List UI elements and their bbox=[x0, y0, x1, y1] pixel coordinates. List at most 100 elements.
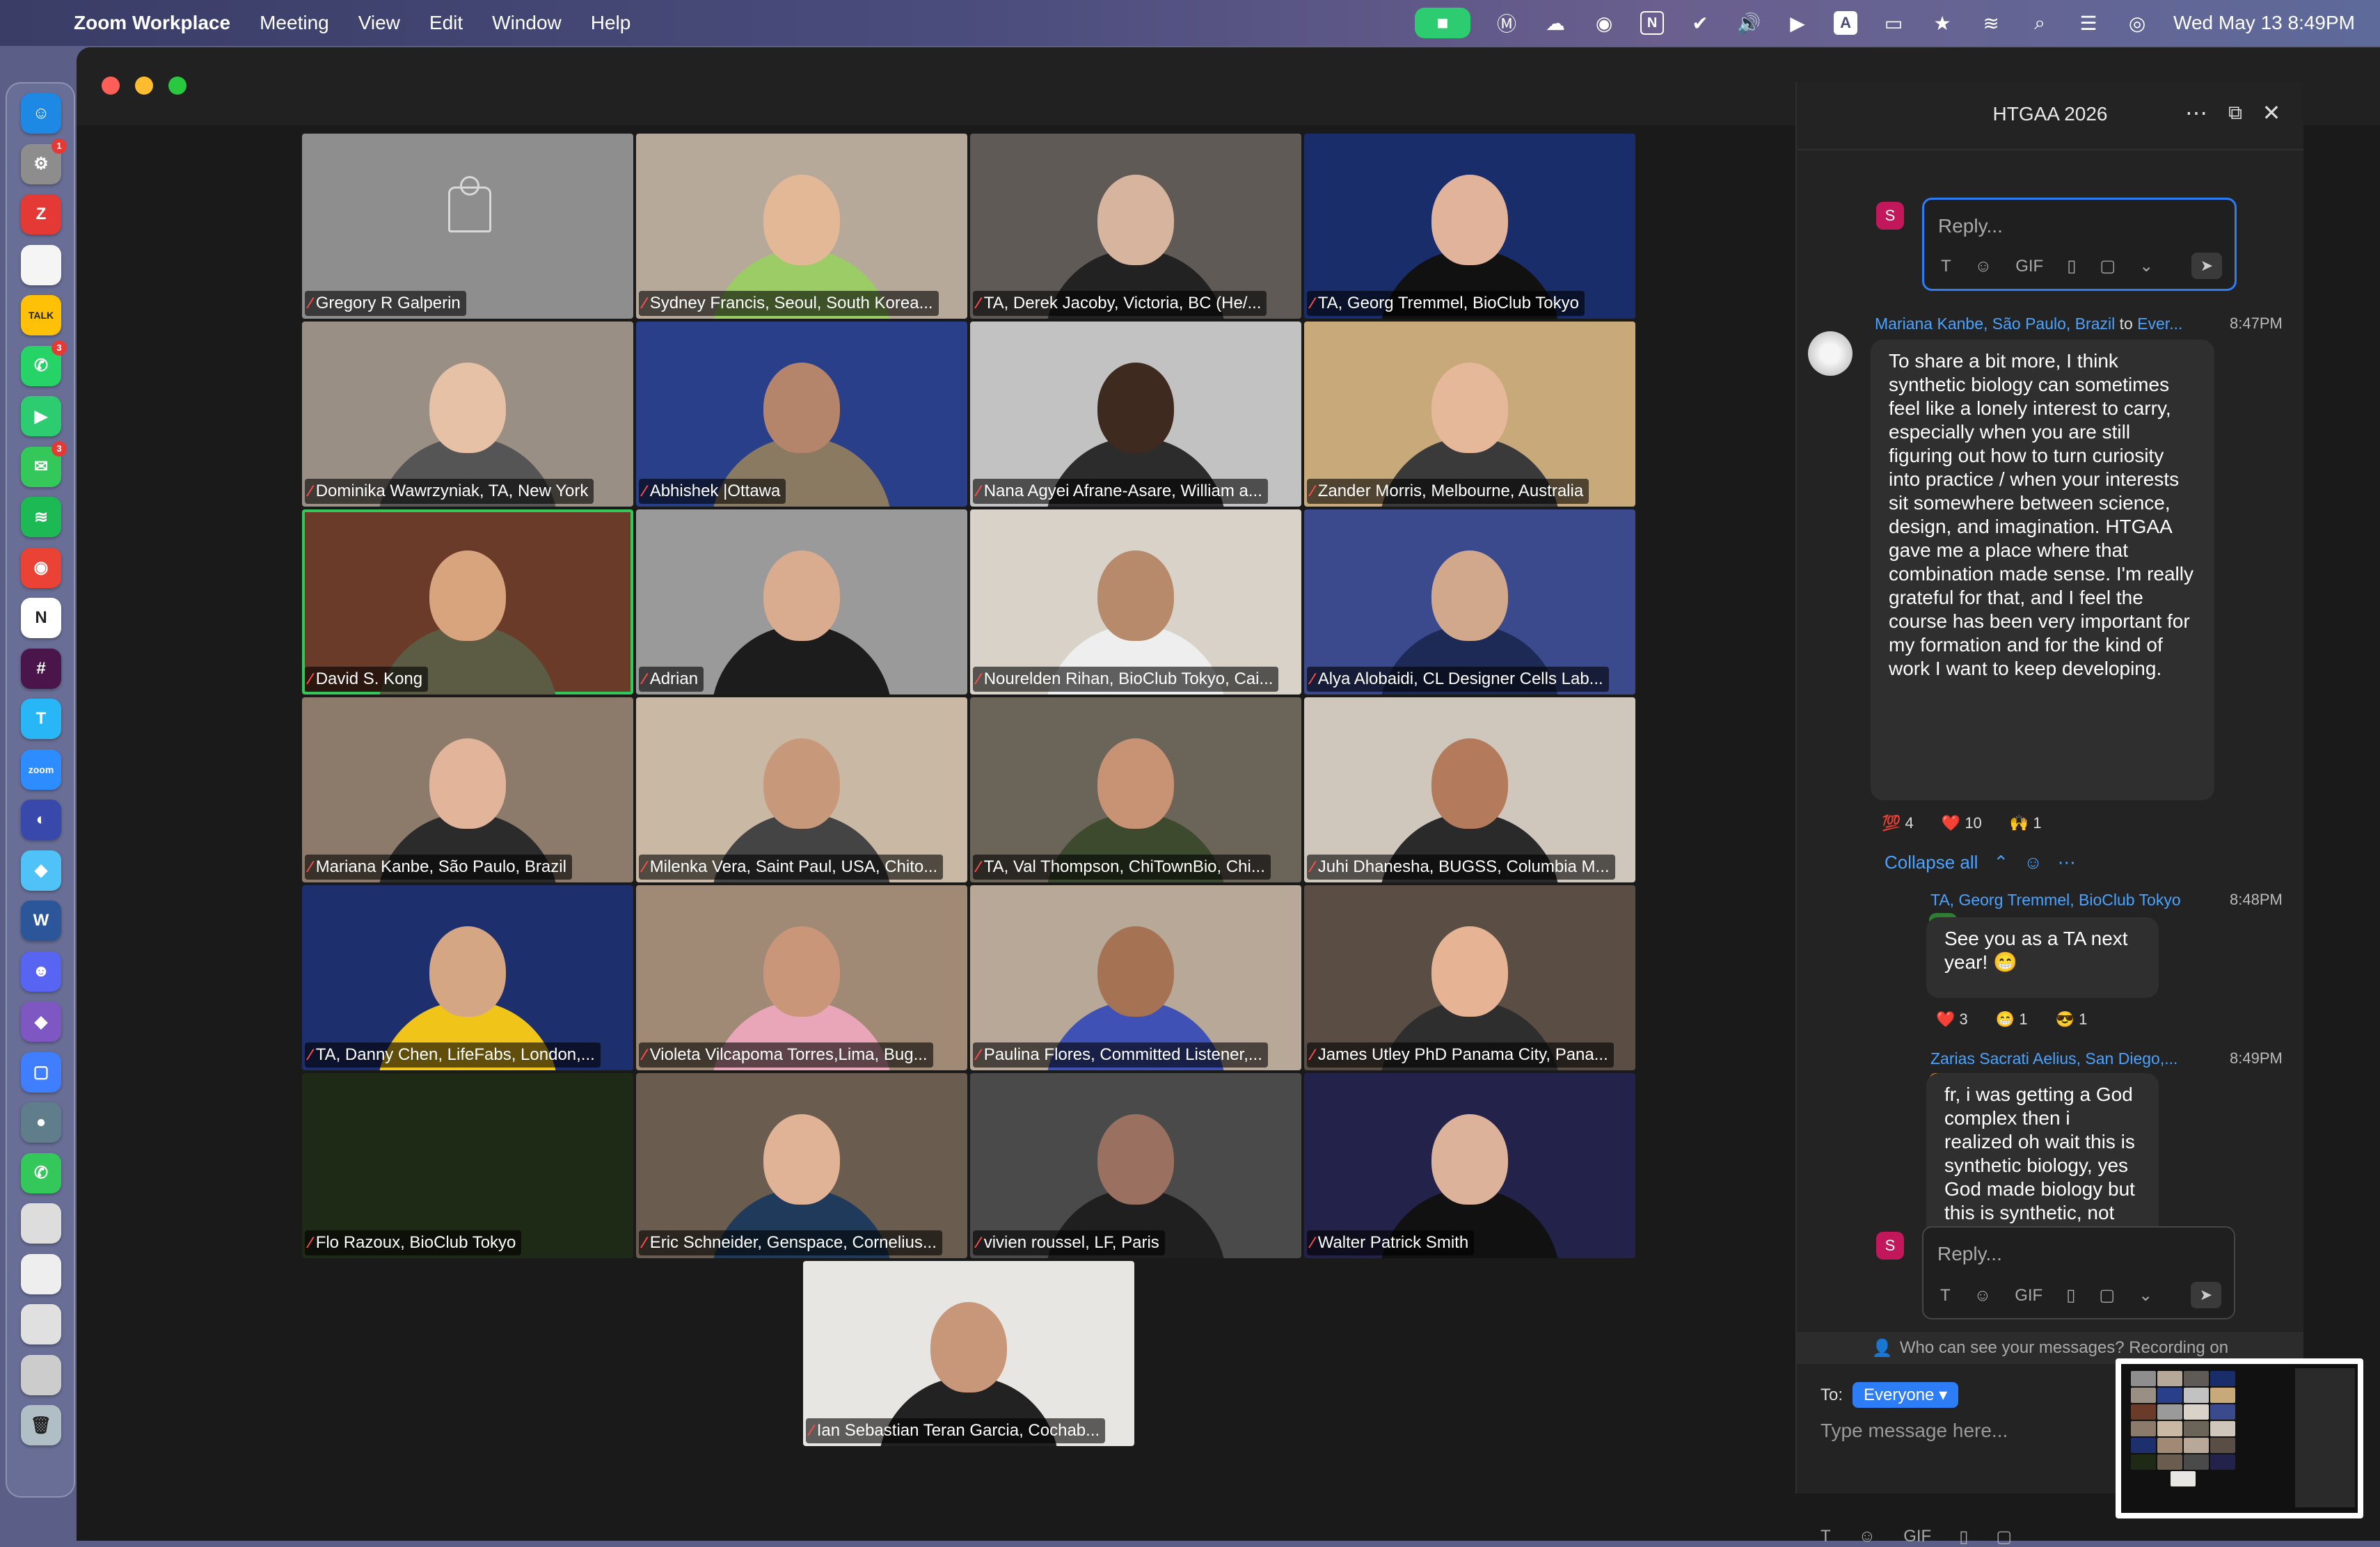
reaction-raised-hands[interactable]: 🙌 1 bbox=[2010, 814, 2042, 832]
eye-icon[interactable]: ◉ bbox=[1592, 10, 1617, 35]
add-reaction-icon[interactable]: ☺ bbox=[2024, 852, 2042, 873]
doc-1-icon[interactable] bbox=[21, 1203, 61, 1244]
discord-icon[interactable]: ☻ bbox=[21, 951, 61, 992]
messages-icon[interactable]: ✉ 3 bbox=[21, 441, 67, 487]
reaction-heart[interactable]: ❤️ 3 bbox=[1936, 1010, 1968, 1029]
play-icon[interactable]: ▶ bbox=[1785, 10, 1810, 35]
n-icon[interactable]: N bbox=[1640, 11, 1665, 35]
system-settings-icon[interactable]: ⚙ 1 bbox=[21, 138, 67, 184]
participant-tile[interactable]: ⁄ Eric Schneider, Genspace, Cornelius... bbox=[636, 1073, 967, 1258]
reply-box-top[interactable]: Reply... T ☺ GIF ▯ ▢ ⌄ ➤ bbox=[1922, 198, 2237, 291]
gif-icon[interactable]: GIF bbox=[1903, 1527, 1931, 1547]
chevron-up-icon[interactable]: ⌃ bbox=[1993, 852, 2008, 873]
text-format-icon[interactable]: T bbox=[1820, 1527, 1831, 1547]
message-sender[interactable]: Mariana Kanbe, São Paulo, Brazil bbox=[1875, 315, 2115, 333]
participant-tile[interactable]: ⁄ vivien roussel, LF, Paris bbox=[970, 1073, 1301, 1258]
participant-tile[interactable]: ⁄ Walter Patrick Smith bbox=[1304, 1073, 1635, 1258]
battery-icon[interactable]: ▭ bbox=[1881, 10, 1906, 35]
reaction-cool[interactable]: 😎 1 bbox=[2056, 1010, 2088, 1029]
screenshot-icon[interactable]: ▢ bbox=[2099, 1285, 2115, 1306]
participant-tile[interactable]: ⁄ Alya Alobaidi, CL Designer Cells Lab... bbox=[1304, 509, 1635, 695]
emoji-icon[interactable]: ☺ bbox=[1974, 1286, 1992, 1306]
participant-tile[interactable]: ⁄ Ian Sebastian Teran Garcia, Cochab... bbox=[803, 1261, 1134, 1446]
obsidian-icon[interactable]: ◆ bbox=[21, 1001, 61, 1042]
collapse-all-button[interactable]: Collapse all bbox=[1885, 852, 1978, 873]
check-icon[interactable]: ✔ bbox=[1688, 10, 1713, 35]
preview-icon[interactable]: ▢ bbox=[21, 1052, 61, 1093]
word-icon[interactable]: W bbox=[21, 901, 61, 941]
message-sender[interactable]: TA, Georg Tremmel, BioClub Tokyo bbox=[1930, 891, 2181, 910]
spotify-icon[interactable]: ≋ bbox=[21, 497, 61, 537]
participant-tile[interactable]: ⁄ Gregory R Galperin bbox=[302, 134, 633, 319]
participant-tile[interactable]: ⁄ Nana Agyei Afrane-Asare, William a... bbox=[970, 322, 1301, 507]
chevron-down-icon[interactable]: ⌄ bbox=[2139, 256, 2153, 276]
message-recipient[interactable]: Ever... bbox=[2137, 315, 2182, 333]
popout-icon[interactable]: ⧉ bbox=[2221, 99, 2249, 127]
menu-help[interactable]: Help bbox=[591, 12, 631, 34]
doc-2-icon[interactable] bbox=[21, 1253, 61, 1294]
cursor-icon[interactable]: ◆ bbox=[21, 850, 61, 891]
gif-icon[interactable]: GIF bbox=[2015, 1286, 2042, 1306]
participant-tile[interactable]: ⁄ Adrian bbox=[636, 509, 967, 695]
zoom-icon[interactable]: zoom bbox=[21, 749, 61, 790]
reaction-hundred[interactable]: 💯 4 bbox=[1882, 814, 1914, 832]
zoom-video-icon[interactable]: ■ bbox=[1415, 8, 1471, 38]
slack-icon[interactable]: # bbox=[21, 648, 61, 689]
participant-tile[interactable]: ⁄ Sydney Francis, Seoul, South Korea... bbox=[636, 134, 967, 319]
maximize-window-button[interactable] bbox=[168, 77, 187, 95]
cloud-icon[interactable]: ☁ bbox=[1543, 10, 1568, 35]
close-icon[interactable]: ✕ bbox=[2258, 99, 2285, 127]
notion-icon[interactable]: N bbox=[21, 598, 61, 638]
phone-icon[interactable]: ✆ bbox=[21, 1152, 61, 1193]
tweetbot-icon[interactable]: T bbox=[21, 699, 61, 739]
chevron-down-icon[interactable]: ⌄ bbox=[2139, 1285, 2152, 1306]
participant-tile[interactable]: ⁄ James Utley PhD Panama City, Pana... bbox=[1304, 885, 1635, 1070]
more-icon[interactable]: ⋯ bbox=[2182, 99, 2210, 127]
a-icon[interactable]: A bbox=[1834, 11, 1858, 35]
notes-icon[interactable] bbox=[21, 244, 61, 285]
file-icon[interactable]: ▯ bbox=[2067, 256, 2076, 276]
finder-icon[interactable]: ☺ bbox=[21, 93, 61, 134]
screenshot-icon[interactable]: ▢ bbox=[2100, 256, 2116, 276]
doc-4-icon[interactable] bbox=[21, 1354, 61, 1395]
doc-3-icon[interactable] bbox=[21, 1304, 61, 1344]
participant-tile[interactable]: ⁄ David S. Kong bbox=[302, 509, 633, 695]
reply-input[interactable]: Reply... bbox=[1937, 1243, 2002, 1265]
participant-tile[interactable]: ⁄ Juhi Dhanesha, BUGSS, Columbia M... bbox=[1304, 697, 1635, 882]
menu-meeting[interactable]: Meeting bbox=[260, 12, 329, 34]
participant-tile[interactable]: ⁄ Milenka Vera, Saint Paul, USA, Chito... bbox=[636, 697, 967, 882]
whatsapp-icon[interactable]: ✆ 3 bbox=[21, 340, 67, 386]
message-input[interactable]: Type message here... bbox=[1820, 1420, 2008, 1442]
recipient-dropdown[interactable]: Everyone ▾ bbox=[1853, 1382, 1959, 1408]
screenshot-preview[interactable] bbox=[2116, 1358, 2363, 1518]
reaction-grin[interactable]: 😁 1 bbox=[1996, 1010, 2028, 1029]
talk-icon[interactable]: TALK bbox=[21, 295, 61, 335]
gif-icon[interactable]: GIF bbox=[2015, 257, 2043, 276]
text-format-icon[interactable]: T bbox=[1940, 1286, 1951, 1306]
siri-icon[interactable]: ◎ bbox=[2125, 10, 2150, 35]
wifi-icon[interactable]: ≋ bbox=[1978, 10, 2004, 35]
chrome-icon[interactable]: ◉ bbox=[21, 547, 61, 588]
menu-app-name[interactable]: Zoom Workplace bbox=[74, 12, 230, 34]
screenshot-icon[interactable]: ▢ bbox=[1996, 1527, 2012, 1547]
text-format-icon[interactable]: T bbox=[1941, 257, 1951, 276]
message-sender[interactable]: Zarias Sacrati Aelius, San Diego,... bbox=[1930, 1049, 2177, 1068]
reaction-heart[interactable]: ❤️ 10 bbox=[1942, 814, 1982, 832]
participant-tile[interactable]: ⁄ Mariana Kanbe, São Paulo, Brazil bbox=[302, 697, 633, 882]
star-icon[interactable]: ★ bbox=[1930, 10, 1955, 35]
menu-window[interactable]: Window bbox=[492, 12, 562, 34]
minimize-window-button[interactable] bbox=[135, 77, 153, 95]
emoji-icon[interactable]: ☺ bbox=[1975, 257, 1992, 276]
participant-tile[interactable]: ⁄ Dominika Wawrzyniak, TA, New York bbox=[302, 322, 633, 507]
participant-tile[interactable]: ⁄ TA, Val Thompson, ChiTownBio, Chi... bbox=[970, 697, 1301, 882]
volume-icon[interactable]: 🔊 bbox=[1736, 10, 1761, 35]
menu-view[interactable]: View bbox=[358, 12, 400, 34]
emoji-icon[interactable]: ☺ bbox=[1859, 1527, 1876, 1547]
send-icon[interactable]: ➤ bbox=[2191, 1282, 2221, 1308]
participant-tile[interactable]: ⁄ Abhishek |Ottawa bbox=[636, 322, 967, 507]
control-center-icon[interactable]: ☰ bbox=[2076, 10, 2101, 35]
menu-edit[interactable]: Edit bbox=[429, 12, 463, 34]
more-icon[interactable]: ⋯ bbox=[2058, 852, 2076, 873]
reply-input[interactable]: Reply... bbox=[1938, 215, 2003, 237]
participant-tile[interactable]: ⁄ TA, Derek Jacoby, Victoria, BC (He/... bbox=[970, 134, 1301, 319]
